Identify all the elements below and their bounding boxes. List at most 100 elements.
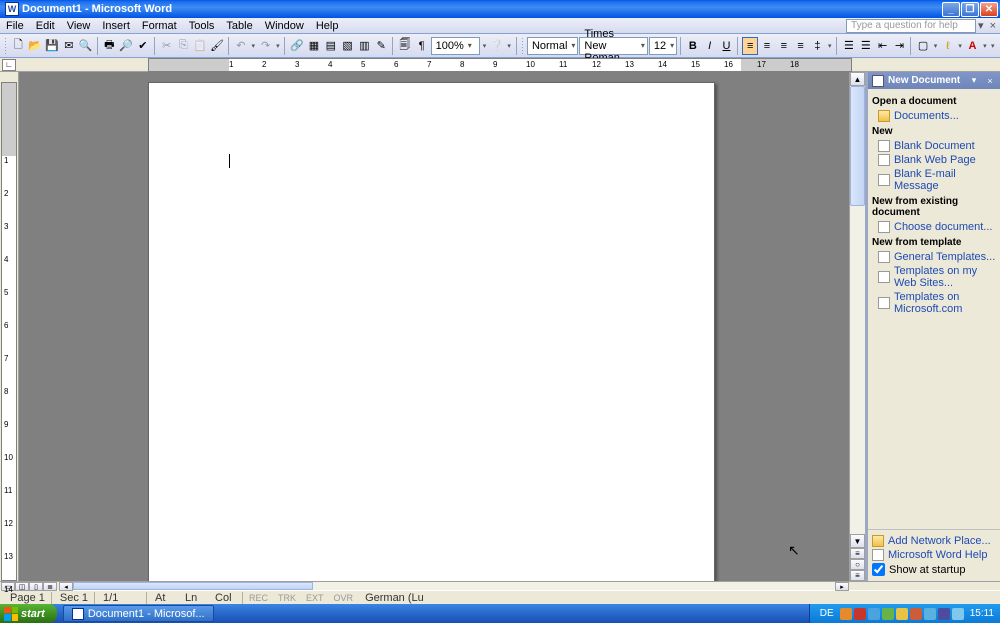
link-blank-webpage[interactable]: Blank Web Page [872, 153, 996, 167]
maximize-button[interactable]: ❐ [961, 2, 979, 17]
spellcheck-button[interactable]: ✔ [135, 37, 151, 55]
link-add-network[interactable]: Add Network Place... [872, 534, 996, 548]
print-button[interactable]: 🖶 [101, 37, 117, 55]
status-rec[interactable]: REC [245, 593, 272, 603]
border-button[interactable]: ▢ [915, 37, 931, 55]
menu-format[interactable]: Format [136, 18, 183, 34]
scroll-thumb[interactable] [850, 86, 865, 206]
menu-window[interactable]: Window [259, 18, 310, 34]
excel-button[interactable]: ▧ [340, 37, 356, 55]
print-preview-button[interactable]: 🔎 [118, 37, 134, 55]
scroll-track[interactable] [850, 86, 865, 534]
status-trk[interactable]: TRK [274, 593, 300, 603]
hscroll-track[interactable] [73, 582, 835, 590]
save-button[interactable]: 💾 [44, 37, 60, 55]
link-documents[interactable]: Documents... [872, 109, 996, 123]
tray-icon-6[interactable] [910, 608, 922, 620]
insert-table-button[interactable]: ▤ [323, 37, 339, 55]
tray-icon-1[interactable] [840, 608, 852, 620]
help-button[interactable]: ❔ [489, 37, 505, 55]
scroll-up-button[interactable]: ▲ [850, 72, 865, 86]
email-button[interactable]: ✉ [61, 37, 77, 55]
taskbar-item-document1[interactable]: Document1 - Microsof... [63, 605, 214, 622]
tray-icon-4[interactable] [882, 608, 894, 620]
help-dropdown-icon[interactable]: ▾ [976, 19, 986, 32]
numbered-list-button[interactable]: ☰ [841, 37, 857, 55]
toolbar-options-1[interactable]: ▾ [481, 37, 488, 55]
link-web-templates[interactable]: Templates on my Web Sites... [872, 264, 996, 290]
minimize-button[interactable]: _ [942, 2, 960, 17]
browse-object-button[interactable]: ○ [850, 559, 865, 570]
tray-icon-8[interactable] [938, 608, 950, 620]
tray-language[interactable]: DE [816, 608, 838, 619]
tray-icon-3[interactable] [868, 608, 880, 620]
tables-borders-button[interactable]: ▦ [306, 37, 322, 55]
link-word-help[interactable]: Microsoft Word Help [872, 548, 996, 562]
search-button[interactable]: 🔍 [78, 37, 94, 55]
scroll-right-button[interactable]: ▸ [835, 582, 849, 591]
menu-view[interactable]: View [61, 18, 97, 34]
line-spacing-button[interactable]: ‡ [810, 37, 826, 55]
hscroll-thumb[interactable] [73, 582, 313, 590]
status-ovr[interactable]: OVR [330, 593, 358, 603]
highlight-dropdown[interactable]: ▾ [957, 37, 964, 55]
link-blank-document[interactable]: Blank Document [872, 139, 996, 153]
link-ms-templates[interactable]: Templates on Microsoft.com [872, 290, 996, 316]
columns-button[interactable]: ▥ [356, 37, 372, 55]
menu-insert[interactable]: Insert [96, 18, 136, 34]
status-ext[interactable]: EXT [302, 593, 328, 603]
close-button[interactable]: ✕ [980, 2, 998, 17]
font-combo[interactable]: Times New Roman▾ [579, 37, 647, 55]
document-page[interactable] [148, 82, 715, 581]
highlight-button[interactable]: ℓ [940, 37, 956, 55]
link-general-templates[interactable]: General Templates... [872, 250, 996, 264]
menu-table[interactable]: Table [220, 18, 258, 34]
increase-indent-button[interactable]: ⇥ [892, 37, 908, 55]
link-choose-document[interactable]: Choose document... [872, 220, 996, 234]
open-button[interactable]: 📂 [27, 37, 43, 55]
scroll-left-button[interactable]: ◂ [59, 582, 73, 591]
toolbar-overflow-2[interactable]: ▾ [989, 37, 996, 55]
ruler-vertical[interactable]: 1234567891011121314 [1, 82, 17, 581]
font-color-dropdown[interactable]: ▾ [981, 37, 988, 55]
format-toolbar-grip[interactable] [521, 37, 524, 55]
border-dropdown[interactable]: ▾ [932, 37, 939, 55]
web-view-button[interactable]: ◫ [15, 582, 29, 591]
toolbar-overflow-1[interactable]: ▾ [506, 37, 513, 55]
vertical-scrollbar[interactable]: ▲ ▼ ≡ ○ ≡ [849, 72, 865, 581]
line-spacing-dropdown[interactable]: ▾ [826, 37, 833, 55]
bullet-list-button[interactable]: ☰ [858, 37, 874, 55]
scroll-down-button[interactable]: ▼ [850, 534, 865, 548]
menu-tools[interactable]: Tools [183, 18, 221, 34]
next-page-button[interactable]: ≡ [850, 570, 865, 581]
drawing-button[interactable]: ✎ [373, 37, 389, 55]
align-left-button[interactable]: ≡ [742, 37, 758, 55]
decrease-indent-button[interactable]: ⇤ [875, 37, 891, 55]
format-painter-button[interactable]: 🖌 [209, 37, 225, 55]
underline-button[interactable]: U [719, 37, 735, 55]
align-center-button[interactable]: ≡ [759, 37, 775, 55]
hyperlink-button[interactable]: 🔗 [289, 37, 305, 55]
align-justify-button[interactable]: ≡ [793, 37, 809, 55]
font-color-button[interactable]: A [965, 37, 981, 55]
font-size-combo[interactable]: 12▾ [649, 37, 677, 55]
outline-view-button[interactable]: ≣ [43, 582, 57, 591]
link-blank-email[interactable]: Blank E-mail Message [872, 167, 996, 193]
tray-icon-2[interactable] [854, 608, 866, 620]
prev-page-button[interactable]: ≡ [850, 548, 865, 559]
menu-help[interactable]: Help [310, 18, 345, 34]
task-pane-close[interactable]: × [984, 75, 996, 87]
docmap-button[interactable]: 🗐 [397, 37, 413, 55]
show-marks-button[interactable]: ¶ [414, 37, 430, 55]
show-startup-checkbox[interactable] [872, 563, 885, 576]
document-area[interactable]: ↖ [19, 72, 849, 581]
menu-edit[interactable]: Edit [30, 18, 61, 34]
new-doc-button[interactable]: 🗋 [10, 37, 26, 55]
bold-button[interactable]: B [685, 37, 701, 55]
style-combo[interactable]: Normal▾ [527, 37, 578, 55]
horizontal-scrollbar[interactable]: ◂ ▸ [59, 582, 849, 590]
tab-indicator[interactable]: ∟ [2, 59, 16, 71]
help-search-input[interactable]: Type a question for help [846, 19, 976, 33]
zoom-combo[interactable]: 100%▾ [431, 37, 480, 55]
tray-clock[interactable]: 15:11 [966, 608, 994, 619]
